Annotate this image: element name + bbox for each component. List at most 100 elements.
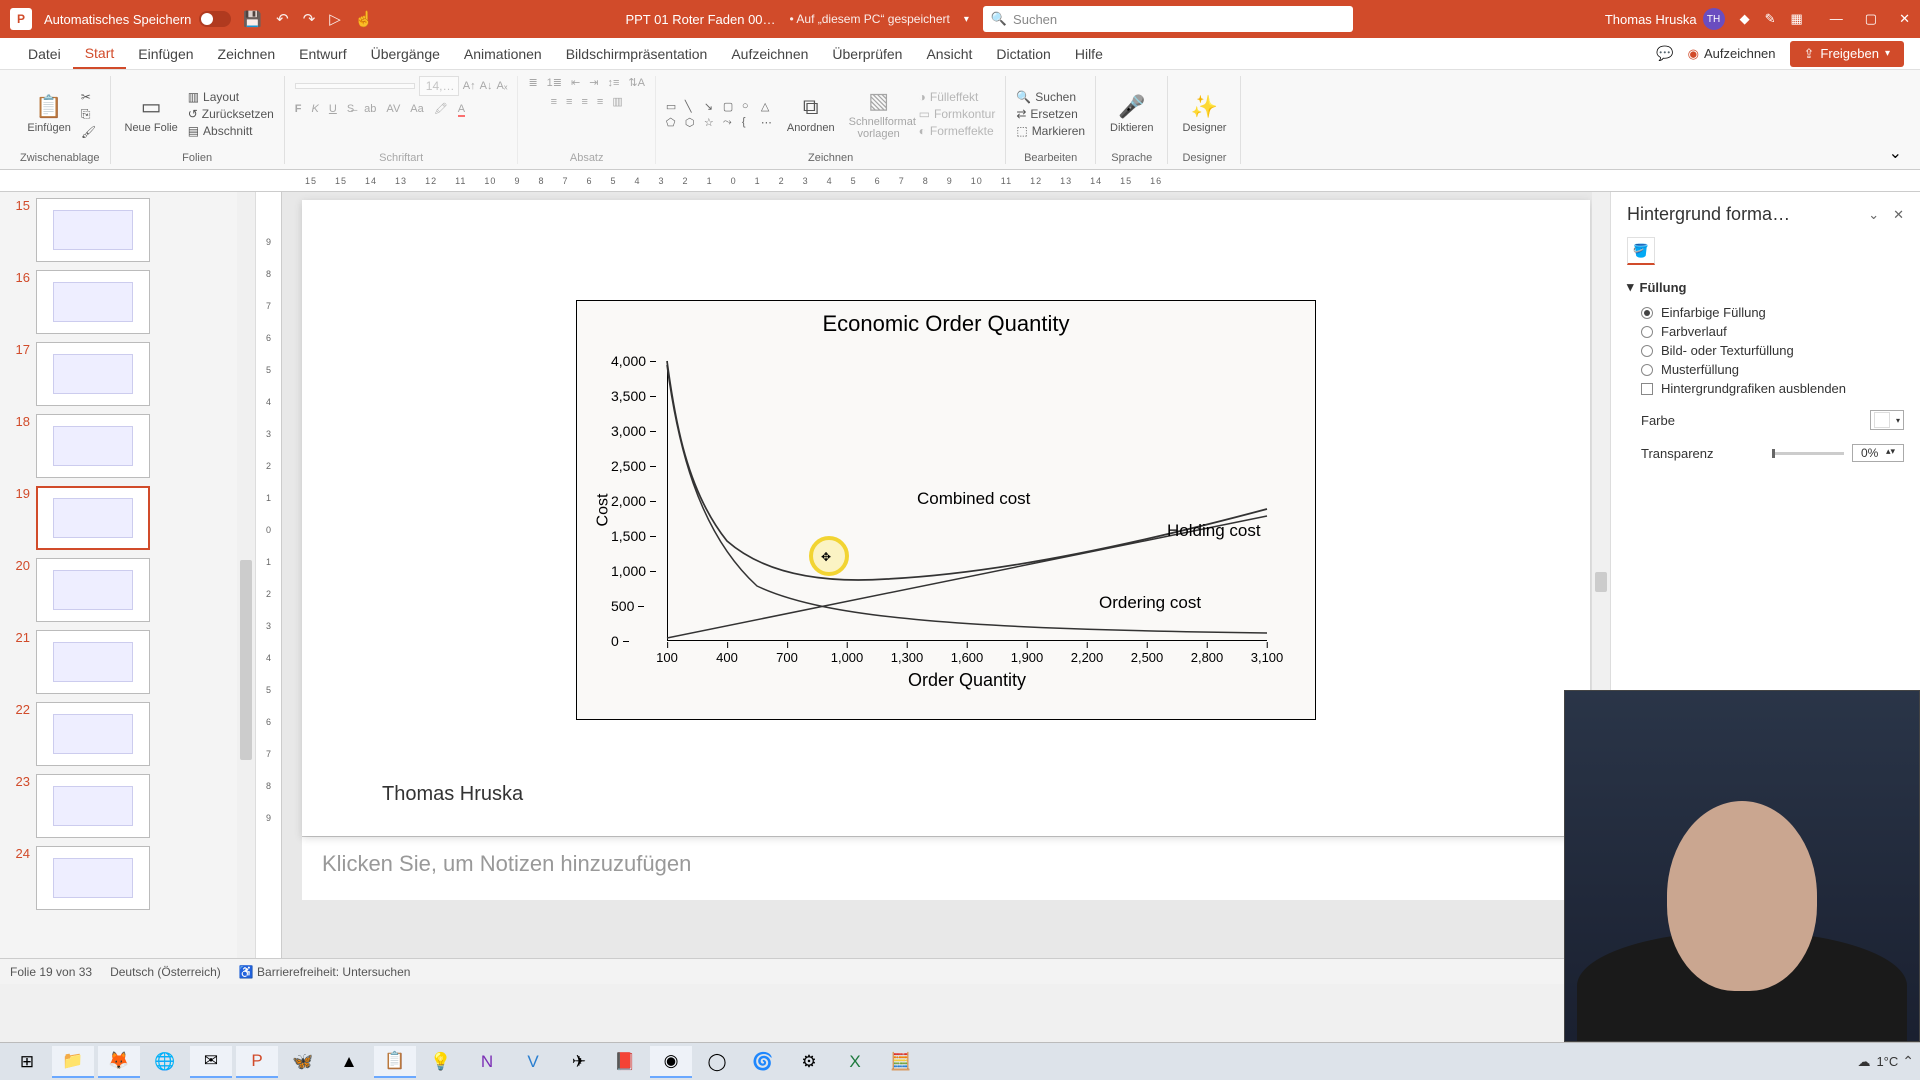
line-spacing-button[interactable]: ↕≡ [607, 77, 619, 89]
shapes-gallery[interactable]: ▭╲↘▢○△ ⬠⬡☆⤳{⋯ [666, 100, 777, 129]
case-button[interactable]: Aa [410, 103, 423, 115]
align-left-button[interactable]: ≡ [551, 96, 557, 108]
thumb-row[interactable]: 21 [8, 630, 247, 694]
chevron-down-icon[interactable]: ▾ [964, 14, 969, 25]
tab-animationen[interactable]: Animationen [452, 40, 554, 68]
slide-thumbnails[interactable]: 15161718192021222324 [0, 192, 256, 958]
shape-effects-button[interactable]: ◐Formeffekte [919, 124, 996, 138]
taskbar-app[interactable]: V [512, 1046, 554, 1078]
maximize-button[interactable]: ▢ [1865, 11, 1877, 27]
tray-chevron-icon[interactable]: ⌃ [1902, 1053, 1914, 1070]
tab-zeichnen[interactable]: Zeichnen [206, 40, 288, 68]
taskbar-vlc[interactable]: ▲ [328, 1046, 370, 1078]
taskbar-powerpoint[interactable]: P [236, 1046, 278, 1078]
shrink-font-icon[interactable]: A↓ [480, 80, 493, 92]
cut-button[interactable]: ✂ [81, 90, 96, 104]
fill-section[interactable]: ▾Füllung [1627, 279, 1904, 295]
record-button[interactable]: ◉ Aufzeichnen [1688, 46, 1776, 62]
shape-outline-button[interactable]: ▭Formkontur [919, 107, 996, 121]
tab-dictation[interactable]: Dictation [984, 40, 1062, 68]
minimize-button[interactable]: — [1830, 11, 1843, 27]
thumb-row[interactable]: 18 [8, 414, 247, 478]
taskbar-app[interactable]: 🌀 [742, 1046, 784, 1078]
fill-tab-icon[interactable]: 🪣 [1627, 237, 1655, 265]
font-name[interactable] [295, 83, 415, 89]
taskbar-app[interactable]: 💡 [420, 1046, 462, 1078]
thumb-scrollbar[interactable] [237, 192, 255, 958]
pane-dropdown-icon[interactable]: ⌄ [1868, 207, 1879, 223]
dictate-button[interactable]: 🎤Diktieren [1106, 92, 1157, 136]
close-button[interactable]: ✕ [1899, 11, 1910, 27]
doc-name[interactable]: PPT 01 Roter Faden 00… [625, 12, 775, 27]
slide-count[interactable]: Folie 19 von 33 [10, 965, 92, 979]
notes-area[interactable]: Klicken Sie, um Notizen hinzuzufügen [302, 836, 1590, 900]
grow-font-icon[interactable]: A↑ [463, 80, 476, 92]
transparency-value[interactable]: 0%▴▾ [1852, 444, 1904, 462]
color-picker[interactable]: ▾ [1870, 410, 1904, 430]
taskbar-obs[interactable]: ◉ [650, 1046, 692, 1078]
thumb-row[interactable]: 23 [8, 774, 247, 838]
thumb-row[interactable]: 16 [8, 270, 247, 334]
taskbar-app[interactable]: 📕 [604, 1046, 646, 1078]
toggle-switch[interactable] [199, 11, 231, 27]
underline-button[interactable]: U [329, 103, 337, 115]
quick-styles-button[interactable]: ▧ Schnellformat vorlagen [845, 86, 913, 142]
thumb-row[interactable]: 15 [8, 198, 247, 262]
tab-ansicht[interactable]: Ansicht [914, 40, 984, 68]
transparency-slider[interactable] [1772, 452, 1844, 455]
spacing-button[interactable]: AV [386, 103, 400, 115]
columns-button[interactable]: ▥ [612, 95, 622, 108]
save-icon[interactable]: 💾 [243, 10, 262, 28]
taskbar-firefox[interactable]: 🦊 [98, 1046, 140, 1078]
tab-bildschirm[interactable]: Bildschirmpräsentation [554, 40, 720, 68]
reset-button[interactable]: ↺Zurücksetzen [188, 107, 274, 121]
radio-picture-fill[interactable]: Bild- oder Texturfüllung [1641, 343, 1904, 358]
thumb-row[interactable]: 17 [8, 342, 247, 406]
collapse-ribbon-icon[interactable]: ⌄ [1889, 143, 1902, 163]
radio-gradient-fill[interactable]: Farbverlauf [1641, 324, 1904, 339]
tab-aufzeichnen[interactable]: Aufzeichnen [719, 40, 820, 68]
thumb-row[interactable]: 19 [8, 486, 247, 550]
taskbar-chrome[interactable]: 🌐 [144, 1046, 186, 1078]
section-button[interactable]: ▤Abschnitt [188, 124, 274, 138]
system-tray[interactable]: ⌃ [1902, 1053, 1914, 1070]
tab-ueberpruefen[interactable]: Überprüfen [820, 40, 914, 68]
select-button[interactable]: ⬚Markieren [1016, 124, 1085, 138]
taskbar-app[interactable]: 📋 [374, 1046, 416, 1078]
radio-pattern-fill[interactable]: Musterfüllung [1641, 362, 1904, 377]
designer-button[interactable]: ✨Designer [1178, 92, 1230, 136]
search-input[interactable]: 🔍 Suchen [983, 6, 1353, 32]
comments-icon[interactable]: 💬 [1656, 45, 1673, 62]
share-button[interactable]: ⇪ Freigeben ▾ [1790, 41, 1904, 67]
tab-einfuegen[interactable]: Einfügen [126, 40, 205, 68]
font-size[interactable]: 14,… [419, 76, 459, 96]
justify-button[interactable]: ≡ [597, 96, 603, 108]
numbering-button[interactable]: 1≣ [547, 76, 562, 89]
italic-button[interactable]: K [312, 103, 319, 115]
taskbar-app[interactable]: ◯ [696, 1046, 738, 1078]
tab-start[interactable]: Start [73, 39, 127, 69]
calendar-icon[interactable]: ▦ [1791, 11, 1803, 27]
taskbar-telegram[interactable]: ✈ [558, 1046, 600, 1078]
strike-button[interactable]: S̶ [347, 103, 354, 115]
bullets-button[interactable]: ≣ [528, 76, 537, 89]
pane-close-icon[interactable]: ✕ [1893, 207, 1904, 223]
start-button[interactable]: ⊞ [6, 1046, 48, 1078]
font-color-button[interactable]: A [458, 103, 465, 115]
arrange-button[interactable]: ⧉ Anordnen [783, 92, 839, 136]
radio-solid-fill[interactable]: Einfarbige Füllung [1641, 305, 1904, 320]
redo-icon[interactable]: ↷ [303, 10, 316, 28]
copy-button[interactable]: ⎘ [81, 107, 96, 122]
taskbar-weather[interactable]: ☁ 1°C [1857, 1054, 1898, 1070]
replace-button[interactable]: ⇄Ersetzen [1016, 107, 1085, 121]
taskbar-onenote[interactable]: N [466, 1046, 508, 1078]
tab-datei[interactable]: Datei [16, 40, 73, 68]
thumb-row[interactable]: 22 [8, 702, 247, 766]
tab-uebergaenge[interactable]: Übergänge [359, 40, 452, 68]
thumb-row[interactable]: 20 [8, 558, 247, 622]
touch-icon[interactable]: ☝ [355, 10, 374, 28]
new-slide-button[interactable]: ▭ Neue Folie [121, 92, 182, 136]
tab-hilfe[interactable]: Hilfe [1063, 40, 1115, 68]
pen-icon[interactable]: ✎ [1765, 11, 1776, 27]
eoq-chart[interactable]: Economic Order Quantity Cost Order Quant… [576, 300, 1316, 720]
